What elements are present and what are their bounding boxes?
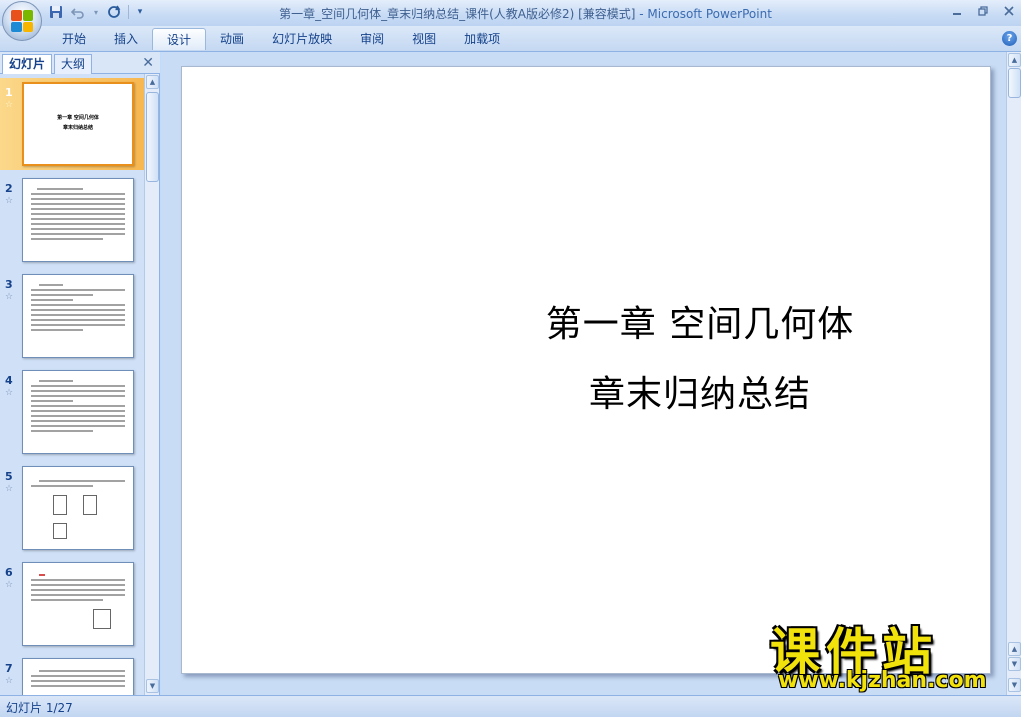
transition-star-icon: ☆ [5, 484, 14, 494]
ribbon-tabs: 开始 插入 设计 动画 幻灯片放映 审阅 视图 加载项 [48, 28, 514, 50]
diagram-front-view [53, 495, 67, 515]
tab-outline[interactable]: 大纲 [54, 54, 93, 74]
undo-icon[interactable] [70, 4, 86, 20]
close-icon[interactable] [1001, 3, 1017, 19]
scroll-thumb[interactable] [1008, 68, 1021, 98]
pane-tabs: 幻灯片 大纲 ✕ [0, 52, 160, 74]
slide-thumbnail-4[interactable]: 4 ☆ [0, 366, 144, 458]
scroll-thumb[interactable] [146, 92, 159, 182]
customize-toolbar-icon[interactable]: ▾ [135, 4, 145, 20]
diagram-solid [93, 609, 111, 629]
slide-counter: 幻灯片 1/27 [6, 701, 73, 715]
slide-thumbnail-1[interactable]: 1 ☆ 第一章 空间几何体 章末归纳总结 [0, 78, 144, 170]
slide-number: 5 [5, 470, 13, 483]
slide-thumbnail-5[interactable]: 5 ☆ [0, 462, 144, 554]
previous-slide-icon[interactable]: ▲ [1008, 642, 1021, 656]
thumb-title-line2: 章末归纳总结 [62, 125, 93, 131]
minimize-icon[interactable] [949, 3, 965, 19]
slide-number: 6 [5, 566, 13, 579]
tab-review[interactable]: 审阅 [346, 28, 398, 50]
thumb-title-line1: 第一章 空间几何体 [57, 115, 99, 121]
slide-thumbnail-list[interactable]: 1 ☆ 第一章 空间几何体 章末归纳总结 2 ☆ 3 ☆ 4 ☆ 5 ☆ 6 ☆… [0, 74, 144, 695]
diagram-top-view [53, 523, 67, 539]
pane-close-icon[interactable]: ✕ [142, 55, 154, 71]
transition-star-icon: ☆ [5, 580, 14, 590]
scroll-down-icon[interactable]: ▼ [1008, 678, 1021, 692]
transition-star-icon: ☆ [5, 676, 14, 686]
scroll-down-icon[interactable]: ▼ [146, 679, 159, 693]
watermark: 课件站 www.kjzhan.com [766, 612, 1006, 693]
slide-preview [22, 562, 134, 646]
diagram-side-view [83, 495, 97, 515]
toolbar-separator [128, 5, 129, 19]
office-logo-icon [11, 10, 33, 32]
slide-thumbnail-6[interactable]: 6 ☆ [0, 558, 144, 650]
tab-animations[interactable]: 动画 [206, 28, 258, 50]
slide-editor[interactable]: 第一章 空间几何体 章末归纳总结 [161, 52, 1006, 695]
window-controls [949, 3, 1017, 19]
restore-icon[interactable] [975, 3, 991, 19]
slide-preview [22, 370, 134, 454]
office-button[interactable] [2, 1, 42, 41]
slide-number: 7 [5, 662, 13, 675]
scroll-up-icon[interactable]: ▲ [1008, 53, 1021, 67]
slide-preview: 第一章 空间几何体 章末归纳总结 [22, 82, 134, 166]
transition-star-icon: ☆ [5, 388, 14, 398]
slide-number: 2 [5, 182, 13, 195]
transition-star-icon: ☆ [5, 100, 14, 110]
undo-dropdown-icon[interactable]: ▾ [92, 4, 100, 20]
tab-slides[interactable]: 幻灯片 [2, 54, 53, 74]
ribbon-tab-bar: 开始 插入 设计 动画 幻灯片放映 审阅 视图 加载项 ? [0, 26, 1021, 52]
document-title: 第一章_空间几何体_章末归纳总结_课件(人教A版必修2) [兼容模式] [279, 7, 636, 21]
slide-number: 4 [5, 374, 13, 387]
tab-slide-show[interactable]: 幻灯片放映 [258, 28, 346, 50]
quick-access-toolbar: ▾ ▾ [48, 4, 145, 20]
scroll-up-icon[interactable]: ▲ [146, 75, 159, 89]
slide-thumbnail-2[interactable]: 2 ☆ [0, 174, 144, 266]
tab-design[interactable]: 设计 [152, 28, 207, 50]
watermark-url: www.kjzhan.com [778, 668, 987, 693]
slide-title-line1[interactable]: 第一章 空间几何体 [440, 295, 960, 347]
slide-number: 3 [5, 278, 13, 291]
slide-preview [22, 274, 134, 358]
slide-preview [22, 178, 134, 262]
tab-add-ins[interactable]: 加载项 [450, 28, 514, 50]
slide-title-line2[interactable]: 章末归纳总结 [440, 365, 960, 417]
next-slide-icon[interactable]: ▼ [1008, 657, 1021, 671]
redo-icon[interactable] [106, 4, 122, 20]
status-bar: 幻灯片 1/27 [0, 695, 1021, 717]
transition-star-icon: ☆ [5, 196, 14, 206]
thumbnail-scrollbar[interactable]: ▲ ▼ [144, 74, 159, 695]
title-bar: ▾ ▾ 第一章_空间几何体_章末归纳总结_课件(人教A版必修2) [兼容模式] … [0, 0, 1021, 41]
tab-view[interactable]: 视图 [398, 28, 450, 50]
editor-scrollbar[interactable]: ▲ ▲ ▼ ▼ [1006, 52, 1021, 695]
tab-home[interactable]: 开始 [48, 28, 100, 50]
tab-insert[interactable]: 插入 [100, 28, 152, 50]
slide-number: 1 [5, 86, 13, 99]
slide-thumbnail-7[interactable]: 7 ☆ [0, 654, 144, 695]
save-icon[interactable] [48, 4, 64, 20]
help-icon[interactable]: ? [1002, 31, 1017, 46]
slide-thumbnail-3[interactable]: 3 ☆ [0, 270, 144, 362]
slides-pane: 幻灯片 大纲 ✕ 1 ☆ 第一章 空间几何体 章末归纳总结 2 ☆ 3 ☆ 4 … [0, 52, 160, 695]
window-title: 第一章_空间几何体_章末归纳总结_课件(人教A版必修2) [兼容模式] - Mi… [150, 5, 901, 22]
transition-star-icon: ☆ [5, 292, 14, 302]
slide-preview [22, 658, 134, 695]
app-name: - Microsoft PowerPoint [635, 7, 772, 21]
current-slide[interactable]: 第一章 空间几何体 章末归纳总结 [181, 66, 991, 674]
slide-preview [22, 466, 134, 550]
